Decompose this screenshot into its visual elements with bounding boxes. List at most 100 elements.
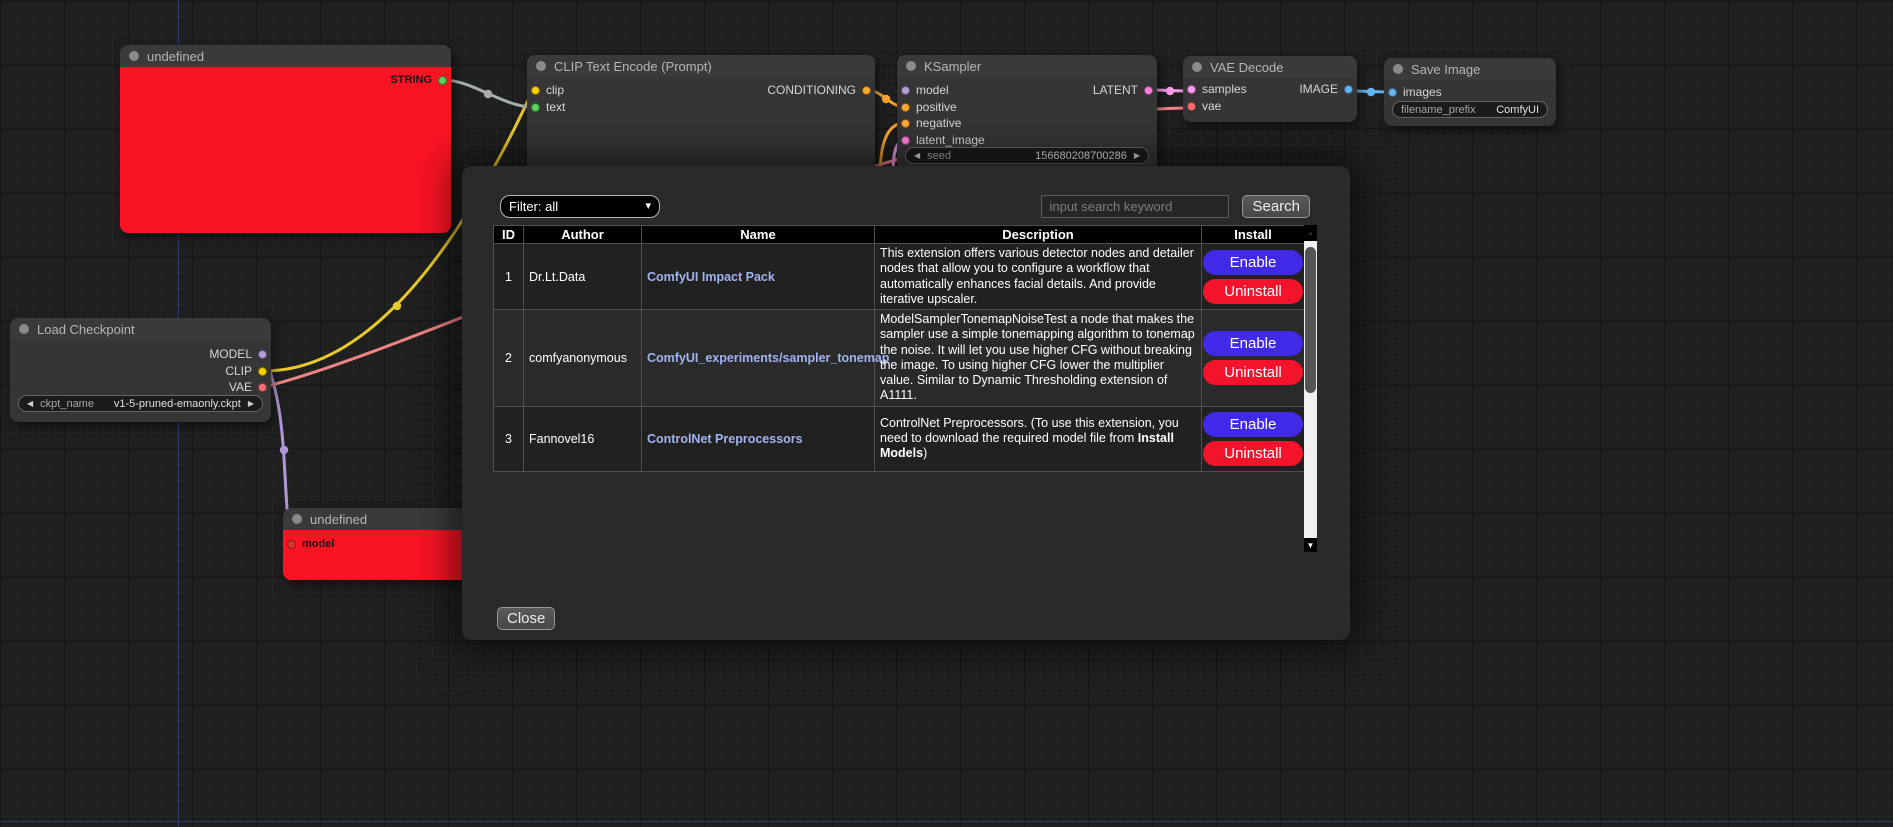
node-undefined-string[interactable]: undefined STRING (120, 45, 451, 233)
slot-label: images (1403, 85, 1442, 99)
uninstall-button[interactable]: Uninstall (1203, 279, 1303, 304)
node-title: undefined (310, 512, 367, 527)
close-button[interactable]: Close (497, 607, 555, 630)
negative-input-slot: negative (901, 115, 961, 131)
text-input-dot[interactable] (531, 103, 540, 112)
header-id: ID (494, 226, 524, 244)
clip-output-dot[interactable] (258, 367, 267, 376)
scroll-down-button[interactable]: ▼ (1304, 538, 1317, 552)
ext-name-link[interactable]: ComfyUI Impact Pack (642, 244, 875, 310)
vae-input-slot: vae (1187, 98, 1221, 114)
prev-arrow-icon[interactable]: ◀ (27, 400, 33, 408)
node-titlebar[interactable]: Save Image (1384, 58, 1556, 80)
node-collapse-dot[interactable] (906, 61, 916, 71)
extension-row: 3 Fannovel16 ControlNet Preprocessors Co… (494, 406, 1305, 471)
model-output-slot: MODEL (209, 346, 267, 362)
scroll-up-button[interactable]: ▲ (1304, 225, 1317, 241)
increment-arrow-icon[interactable]: ▶ (1134, 152, 1140, 160)
widget-label: seed (927, 150, 951, 162)
slot-label: model (916, 83, 949, 97)
header-install: Install (1202, 226, 1305, 244)
slot-label: LATENT (1093, 83, 1138, 97)
node-vae-decode[interactable]: VAE Decode samples vae IMAGE (1183, 56, 1357, 122)
string-output-dot[interactable] (438, 76, 447, 85)
node-titlebar[interactable]: Load Checkpoint (10, 318, 271, 340)
image-output-dot[interactable] (1344, 85, 1353, 94)
negative-input-dot[interactable] (901, 119, 910, 128)
widget-label: filename_prefix (1401, 104, 1476, 116)
latent-image-input-dot[interactable] (901, 136, 910, 145)
next-arrow-icon[interactable]: ▶ (248, 400, 254, 408)
samples-input-dot[interactable] (1187, 85, 1196, 94)
ext-id: 2 (494, 310, 524, 407)
slot-label: latent_image (916, 133, 985, 147)
uninstall-button[interactable]: Uninstall (1203, 441, 1303, 466)
node-titlebar[interactable]: VAE Decode (1183, 56, 1357, 78)
conditioning-output-slot: CONDITIONING (767, 82, 871, 98)
node-titlebar[interactable]: undefined (120, 45, 451, 67)
slot-label: IMAGE (1299, 82, 1338, 96)
node-collapse-dot[interactable] (19, 324, 29, 334)
slot-label: CONDITIONING (767, 83, 856, 97)
clip-input-dot[interactable] (531, 86, 540, 95)
model-input-slot: model (901, 82, 949, 98)
image-output-slot: IMAGE (1299, 81, 1353, 97)
ckpt-name-widget[interactable]: ◀ ckpt_name v1-5-pruned-emaonly.ckpt ▶ (18, 395, 263, 412)
ext-author: Dr.Lt.Data (524, 244, 642, 310)
positive-input-dot[interactable] (901, 103, 910, 112)
node-title: KSampler (924, 59, 981, 74)
ext-name-link[interactable]: ControlNet Preprocessors (642, 406, 875, 471)
slot-label: MODEL (209, 347, 252, 361)
images-input-dot[interactable] (1388, 88, 1397, 97)
ext-author: Fannovel16 (524, 406, 642, 471)
node-title: CLIP Text Encode (Prompt) (554, 59, 712, 74)
scrollbar-thumb[interactable] (1305, 247, 1316, 393)
vae-output-dot[interactable] (258, 383, 267, 392)
enable-button[interactable]: Enable (1203, 331, 1303, 356)
ext-description: This extension offers various detector n… (875, 244, 1202, 310)
up-arrow-icon: ▲ (1307, 230, 1314, 237)
node-load-checkpoint[interactable]: Load Checkpoint MODEL CLIP VAE ◀ ckpt_na… (10, 318, 271, 422)
model-output-dot[interactable] (258, 350, 267, 359)
search-button[interactable]: Search (1242, 195, 1310, 218)
node-save-image[interactable]: Save Image images filename_prefix ComfyU… (1384, 58, 1556, 126)
text-input-slot: text (531, 99, 565, 115)
node-collapse-dot[interactable] (129, 51, 139, 61)
uninstall-button[interactable]: Uninstall (1203, 360, 1303, 385)
filter-select[interactable]: Filter: all (500, 195, 660, 218)
decrement-arrow-icon[interactable]: ◀ (914, 152, 920, 160)
node-collapse-dot[interactable] (536, 61, 546, 71)
ext-author: comfyanonymous (524, 310, 642, 407)
enable-button[interactable]: Enable (1203, 412, 1303, 437)
filename-prefix-widget[interactable]: filename_prefix ComfyUI (1392, 101, 1548, 118)
seed-widget[interactable]: ◀ seed 156680208700286 ▶ (905, 147, 1149, 164)
table-header-row: ID Author Name Description Install (494, 226, 1305, 244)
slot-label: negative (916, 116, 961, 130)
node-collapse-dot[interactable] (1192, 62, 1202, 72)
search-input[interactable] (1041, 195, 1229, 218)
clip-output-slot: CLIP (225, 363, 267, 379)
extension-row: 1 Dr.Lt.Data ComfyUI Impact Pack This ex… (494, 244, 1305, 310)
manager-dialog: Filter: all ▾ Search ID Author Name Desc… (462, 166, 1350, 640)
samples-input-slot: samples (1187, 81, 1247, 97)
node-collapse-dot[interactable] (292, 514, 302, 524)
latent-output-dot[interactable] (1144, 86, 1153, 95)
node-titlebar[interactable]: CLIP Text Encode (Prompt) (527, 55, 875, 77)
latent-image-input-slot: latent_image (901, 132, 985, 148)
graph-canvas[interactable]: undefined STRING CLIP Text Encode (Promp… (0, 0, 1893, 827)
table-scrollbar[interactable]: ▲ ▼ (1304, 225, 1317, 552)
header-description: Description (875, 226, 1202, 244)
node-titlebar[interactable]: KSampler (897, 55, 1157, 77)
conditioning-output-dot[interactable] (862, 86, 871, 95)
enable-button[interactable]: Enable (1203, 250, 1303, 275)
extension-table: ID Author Name Description Install 1 Dr.… (493, 225, 1305, 472)
node-collapse-dot[interactable] (1393, 64, 1403, 74)
model-input-dot[interactable] (901, 86, 910, 95)
widget-value: 156680208700286 (1035, 150, 1127, 162)
ext-install-cell: Enable Uninstall (1202, 244, 1305, 310)
vae-input-dot[interactable] (1187, 102, 1196, 111)
model-input-dot[interactable] (287, 540, 296, 549)
ext-name-link[interactable]: ComfyUI_experiments/sampler_tonemap (642, 310, 875, 407)
clip-input-slot: clip (531, 82, 564, 98)
node-title: undefined (147, 49, 204, 64)
